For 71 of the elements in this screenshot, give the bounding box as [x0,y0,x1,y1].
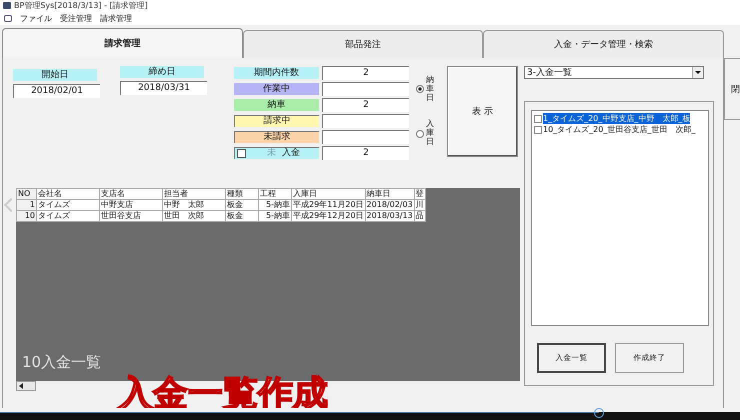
table-cell: 10 [16,210,36,222]
video-progress-bar[interactable] [0,408,740,420]
list-checkbox[interactable] [534,126,542,134]
count-field[interactable]: 2 [322,146,409,160]
count-field[interactable]: 2 [322,98,409,112]
table-cell: タイムズ [36,200,100,210]
date-field[interactable]: 2018/03/31 [120,81,207,95]
table-cell: 川 [414,200,426,210]
table-cell: 世田谷支店 [100,210,162,222]
status-label: 未請求 [234,130,319,142]
table-cell: 1 [16,200,36,210]
video-caption: 10入金一覧 [22,353,102,372]
column-header[interactable]: NO [16,188,36,200]
radio-button[interactable] [416,85,424,94]
status-label: 請求中 [234,114,319,126]
window-menu-icon[interactable] [4,14,12,22]
column-header[interactable]: 入庫日 [292,188,366,200]
field-label: 開始日 [13,69,97,81]
app-icon [3,2,11,9]
menu-item[interactable]: ファイル [20,12,52,24]
report-dropdown[interactable]: 3-入金一覧 [524,66,704,79]
scroll-left-arrow-icon[interactable] [19,383,23,389]
count-field[interactable] [322,130,409,144]
count-field[interactable] [322,82,409,96]
table-cell: 板金 [226,210,258,222]
window-title: BP管理Sys[2018/3/13] - [請求管理] [14,0,148,11]
status-label: 納車 [234,98,319,110]
column-header[interactable]: 納車日 [365,188,414,200]
column-header[interactable]: 工程 [258,188,292,200]
list-checkbox[interactable] [534,114,542,122]
list-item[interactable]: 10_タイムズ_20_世田谷支店_世田 次郎_ [543,124,696,135]
radio-label: 入庫日 [426,120,434,147]
table-cell: 平成29年11月20日 [292,200,366,210]
table-cell: 5-納車 [258,210,292,222]
column-header[interactable]: 種類 [226,188,258,200]
progress-handle-icon[interactable] [594,408,604,418]
table-cell: 世田 次郎 [162,210,226,222]
show-button[interactable]: 表 示 [447,66,518,157]
field-label: 締め日 [120,66,204,78]
column-header[interactable]: 会社名 [36,188,100,200]
radio-label: 納車日 [426,76,434,102]
table-cell: 2018/03/13 [365,210,414,222]
menu-item[interactable]: 請求管理 [100,12,132,24]
table-cell: 平成29年12月20日 [292,210,366,222]
tab[interactable]: 入金・データ管理・検索 [483,30,724,58]
radio-button[interactable] [416,130,424,138]
checkbox[interactable] [237,148,246,158]
table-cell: 品 [414,210,426,222]
table-cell: 中野支店 [100,200,162,210]
status-label: 作業中 [234,82,319,94]
table-cell: 2018/02/03 [365,200,414,210]
count-field[interactable] [322,114,409,128]
checkbox-label: 未 [267,147,276,159]
table-cell: 中野 太郎 [162,200,226,210]
list-item[interactable]: 1_タイムズ_20_中野支店_中野 太郎_板 [543,113,690,124]
column-header[interactable]: 担当者 [162,188,226,200]
dropdown-value: 3-入金一覧 [527,66,572,79]
table-cell: 5-納車 [258,200,292,210]
column-header[interactable]: 登 [414,188,426,200]
tab[interactable]: 部品発注 [242,30,484,58]
status-label: 期間内件数 [234,66,319,78]
menu-item[interactable]: 受注管理 [60,12,92,24]
status-text: 入金 [282,147,300,159]
date-field[interactable]: 2018/02/01 [13,84,100,98]
table-cell: 板金 [226,200,258,210]
count-field[interactable]: 2 [322,66,409,80]
tab[interactable]: 請求管理 [2,28,243,58]
close-button[interactable]: 閉 [724,58,740,120]
table-cell: タイムズ [36,210,100,222]
horizontal-scrollbar[interactable] [16,381,36,391]
column-header[interactable]: 支店名 [100,188,162,200]
